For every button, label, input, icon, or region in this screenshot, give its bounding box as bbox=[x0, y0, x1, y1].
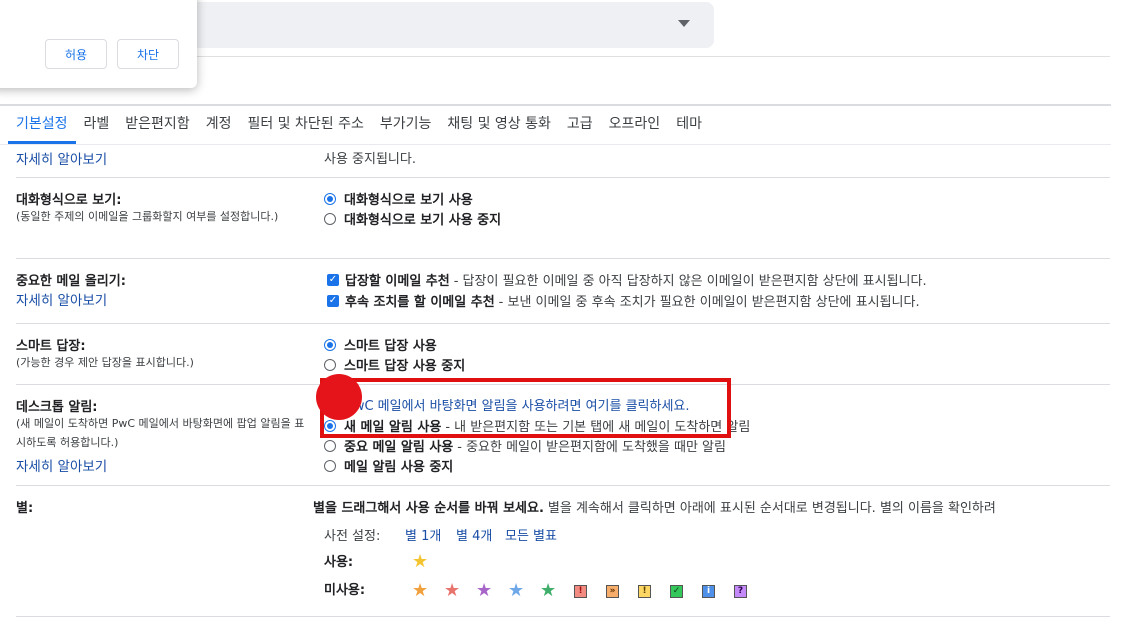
red-star-icon[interactable]: ★ bbox=[444, 582, 460, 600]
setting-label: 데스크톱 알림: bbox=[16, 400, 98, 415]
purple-question-icon[interactable]: ? bbox=[734, 585, 747, 598]
red-bang-icon[interactable]: ! bbox=[574, 585, 587, 598]
tab-general[interactable]: 기본설정 bbox=[8, 106, 76, 144]
allow-button[interactable]: 허용 bbox=[45, 39, 107, 69]
conversation-on-option[interactable]: 대화형식으로 보기 사용 bbox=[324, 189, 473, 208]
preset-1-star-link[interactable]: 별 1개 bbox=[405, 525, 441, 544]
tab-addons[interactable]: 부가기능 bbox=[372, 106, 440, 144]
setting-row-conversation: 대화형식으로 보기: (동일한 주제의 이메일을 그룹화할지 여부를 설정합니다… bbox=[16, 178, 1110, 258]
block-button[interactable]: 차단 bbox=[117, 39, 179, 69]
notification-permission-popup: 허용 차단 bbox=[0, 0, 197, 88]
orange-guillemet-icon[interactable]: » bbox=[606, 585, 619, 598]
yellow-star-icon[interactable]: ★ bbox=[412, 553, 428, 571]
radio-icon[interactable] bbox=[324, 358, 336, 371]
learn-more-link[interactable]: 자세히 알아보기 bbox=[16, 289, 107, 309]
radio-selected-icon[interactable] bbox=[324, 338, 336, 351]
green-star-icon[interactable]: ★ bbox=[540, 582, 556, 600]
settings-tabs: 기본설정 라벨 받은편지함 계정 필터 및 차단된 주소 부가기능 채팅 및 영… bbox=[8, 106, 710, 144]
purple-star-icon[interactable]: ★ bbox=[476, 582, 492, 600]
divider bbox=[150, 56, 1110, 57]
tab-offline[interactable]: 오프라인 bbox=[601, 106, 669, 144]
setting-row-nudges: 중요한 메일 올리기: 자세히 알아보기 ✓ 답장할 이메일 추천 - 답장이 필… bbox=[16, 259, 1110, 322]
tab-chat-meet[interactable]: 채팅 및 영상 통화 bbox=[439, 106, 559, 144]
tab-advanced[interactable]: 고급 bbox=[559, 106, 601, 144]
preset-all-stars-link[interactable]: 모든 별표 bbox=[505, 525, 557, 544]
tab-filters[interactable]: 필터 및 차단된 주소 bbox=[239, 106, 371, 144]
learn-more-link[interactable]: 자세히 알아보기 bbox=[16, 455, 107, 475]
click-marker bbox=[316, 374, 362, 420]
tab-accounts[interactable]: 계정 bbox=[198, 106, 240, 144]
blue-info-icon[interactable]: i bbox=[702, 585, 715, 598]
setting-description: (가능한 경우 제안 답장을 표시합니다.) bbox=[16, 356, 194, 369]
setting-continuation-text: 사용 중지됩니다. bbox=[324, 152, 416, 167]
radio-selected-icon[interactable] bbox=[324, 192, 336, 205]
setting-label: 스마트 답장: bbox=[16, 339, 86, 354]
setting-row-smart-reply: 스마트 답장: (가능한 경우 제안 답장을 표시합니다.) 스마트 답장 사용… bbox=[16, 324, 1110, 384]
tab-themes[interactable]: 테마 bbox=[668, 106, 710, 144]
setting-row-previous: 자세히 알아보기 사용 중지됩니다. bbox=[16, 146, 1110, 176]
mail-notifications-off-option[interactable]: 메일 알림 사용 중지 bbox=[324, 456, 453, 475]
smart-reply-on-option[interactable]: 스마트 답장 사용 bbox=[324, 335, 437, 354]
not-in-use-label: 미사용: bbox=[324, 583, 366, 598]
green-check-icon[interactable]: ✓ bbox=[670, 585, 683, 598]
orange-star-icon[interactable]: ★ bbox=[412, 582, 428, 600]
nudge-reply-option[interactable]: ✓ 답장할 이메일 추천 - 답장이 필요한 이메일 중 아직 답장하지 않은 이… bbox=[327, 270, 927, 289]
highlight-annotation bbox=[320, 378, 731, 438]
setting-row-stars: 별: 별을 드래그해서 사용 순서를 바꿔 보세요. 별을 계속해서 클릭하면 아… bbox=[16, 486, 1110, 616]
tab-inbox[interactable]: 받은편지함 bbox=[117, 106, 197, 144]
checkbox-checked-icon[interactable]: ✓ bbox=[327, 294, 339, 307]
blue-star-icon[interactable]: ★ bbox=[508, 582, 524, 600]
radio-icon[interactable] bbox=[324, 439, 336, 452]
smart-reply-off-option[interactable]: 스마트 답장 사용 중지 bbox=[324, 355, 465, 374]
preset-4-stars-link[interactable]: 별 4개 bbox=[456, 525, 492, 544]
divider bbox=[16, 616, 1110, 617]
radio-icon[interactable] bbox=[324, 459, 336, 472]
important-mail-notifications-option[interactable]: 중요 메일 알림 사용 - 중요한 메일이 받은편지함에 도착했을 때만 알림 bbox=[324, 436, 726, 455]
conversation-off-option[interactable]: 대화형식으로 보기 사용 중지 bbox=[324, 209, 501, 228]
setting-label: 대화형식으로 보기: bbox=[16, 193, 122, 208]
presets-label: 사전 설정: bbox=[324, 529, 381, 544]
nudge-followup-option[interactable]: ✓ 후속 조치를 할 이메일 추천 - 보낸 이메일 중 후속 조치가 필요한 이… bbox=[327, 291, 920, 310]
setting-description: (새 메일이 도착하면 PwC 메일에서 바탕화면에 팝업 알림을 표시하도록 … bbox=[16, 417, 305, 449]
search-options-icon[interactable] bbox=[678, 20, 690, 27]
search-box[interactable] bbox=[150, 2, 714, 48]
tab-labels[interactable]: 라벨 bbox=[76, 106, 118, 144]
learn-more-link[interactable]: 자세히 알아보기 bbox=[16, 148, 107, 168]
setting-description: (동일한 주제의 이메일을 그룹화할지 여부를 설정합니다.) bbox=[16, 210, 279, 223]
in-use-label: 사용: bbox=[324, 555, 354, 570]
stars-instruction: 별을 드래그해서 사용 순서를 바꿔 보세요. 별을 계속해서 클릭하면 아래에 … bbox=[313, 501, 996, 516]
radio-icon[interactable] bbox=[324, 212, 336, 225]
tabs-bottom-divider bbox=[0, 144, 1111, 145]
setting-label: 별: bbox=[16, 501, 34, 516]
yellow-bang-icon[interactable]: ! bbox=[638, 585, 651, 598]
setting-label: 중요한 메일 올리기: bbox=[16, 274, 126, 289]
checkbox-checked-icon[interactable]: ✓ bbox=[327, 273, 339, 286]
